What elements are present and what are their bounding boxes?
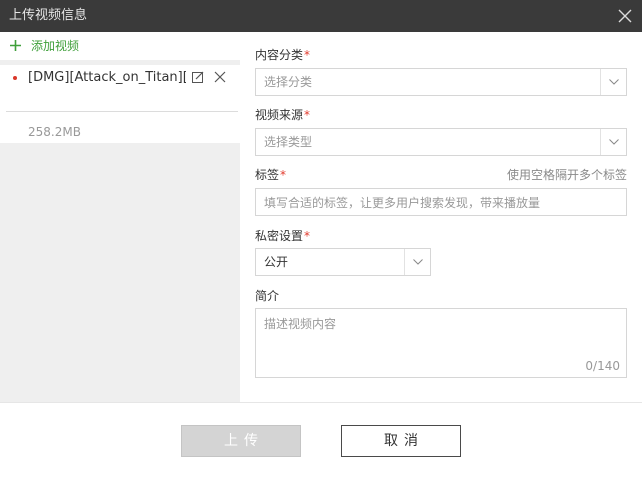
divider	[6, 111, 238, 112]
file-name: [DMG][Attack_on_Titan][3...	[28, 70, 186, 85]
file-size: 258.2MB	[28, 125, 81, 139]
chevron-down-icon[interactable]	[600, 69, 626, 95]
plus-icon	[10, 40, 21, 51]
intro-textarea[interactable]: 描述视频内容 0/140	[255, 308, 627, 378]
window-title: 上传视频信息	[9, 8, 88, 23]
cancel-button[interactable]: 取消	[341, 425, 461, 457]
title-bar: 上传视频信息	[0, 0, 642, 32]
status-dot	[13, 76, 17, 80]
tags-label: 标签*	[255, 168, 287, 182]
privacy-select[interactable]: 公开	[255, 248, 431, 276]
edit-icon[interactable]	[191, 70, 205, 84]
intro-label: 简介	[255, 289, 280, 303]
privacy-label: 私密设置*	[255, 229, 311, 243]
category-label: 内容分类*	[255, 48, 311, 62]
source-label: 视频来源*	[255, 108, 311, 122]
list-item[interactable]: [DMG][Attack_on_Titan][3... 258.2MB	[0, 65, 240, 143]
category-placeholder: 选择分类	[264, 75, 313, 89]
tags-input[interactable]: 填写合适的标签，让更多用户搜索发现，带来播放量	[255, 188, 627, 216]
char-counter: 0/140	[585, 359, 620, 373]
add-video-button[interactable]: 添加视频	[0, 32, 240, 60]
privacy-value: 公开	[264, 255, 289, 269]
remove-icon[interactable]	[213, 70, 227, 84]
source-select[interactable]: 选择类型	[255, 128, 627, 156]
source-placeholder: 选择类型	[264, 135, 313, 149]
tags-hint: 使用空格隔开多个标签	[506, 168, 627, 182]
add-video-label: 添加视频	[31, 39, 80, 53]
chevron-down-icon[interactable]	[600, 129, 626, 155]
dialog-footer: 上传 取消	[0, 402, 642, 479]
tags-placeholder: 填写合适的标签，让更多用户搜索发现，带来播放量	[264, 196, 541, 210]
chevron-down-icon[interactable]	[404, 249, 430, 275]
intro-placeholder: 描述视频内容	[264, 317, 337, 331]
close-icon[interactable]	[616, 7, 634, 25]
video-list-panel: 添加视频 [DMG][Attack_on_Titan][3... 258.2MB	[0, 32, 240, 402]
upload-button[interactable]: 上传	[181, 425, 301, 457]
category-select[interactable]: 选择分类	[255, 68, 627, 96]
